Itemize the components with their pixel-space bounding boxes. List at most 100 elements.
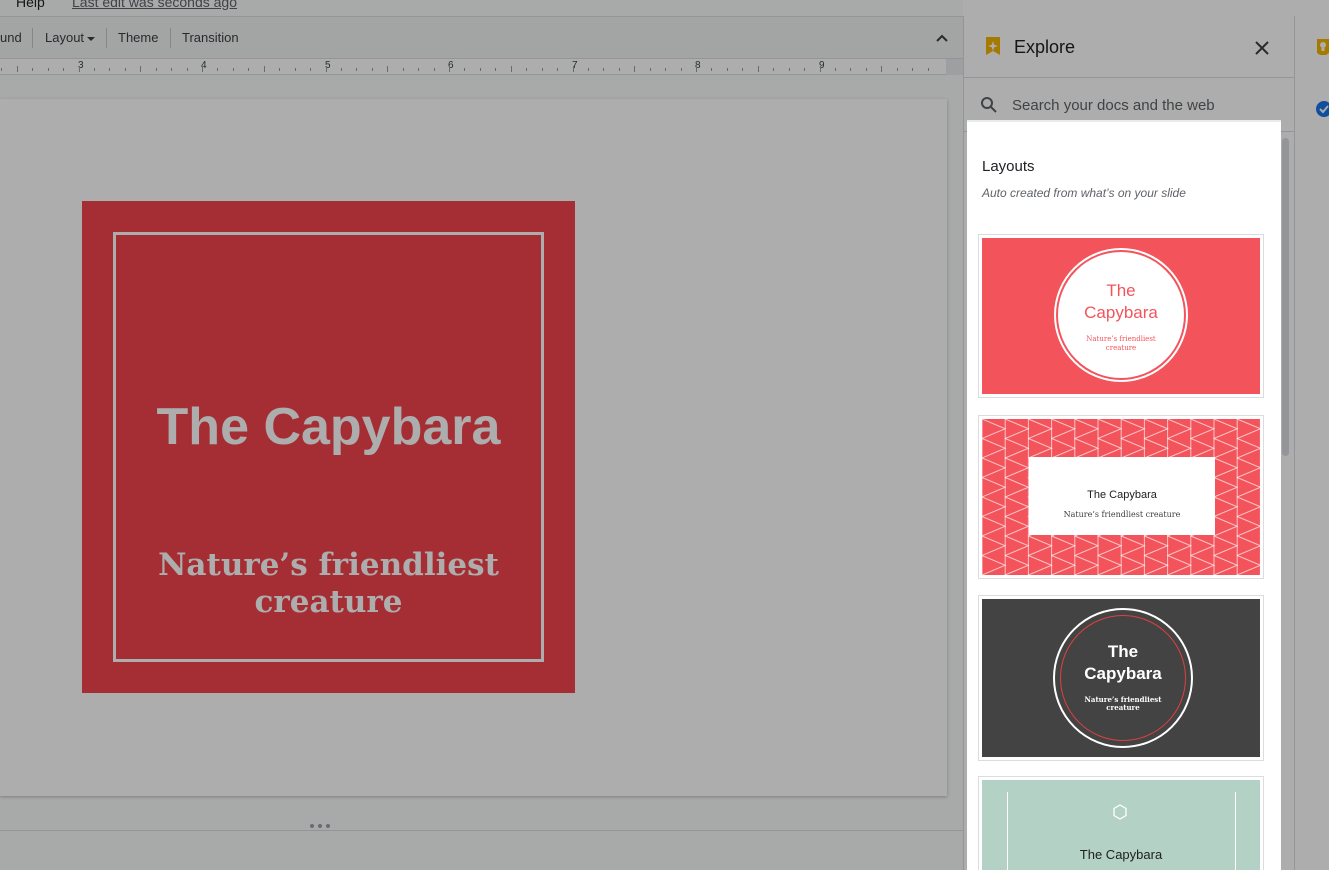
pattern-triangle bbox=[1213, 496, 1239, 518]
pattern-triangle bbox=[1004, 535, 1030, 557]
pattern-triangle bbox=[982, 437, 1007, 459]
layout-thumbnail[interactable]: The Capybara Nature’s friendliest creature bbox=[978, 234, 1264, 398]
ruler-tick bbox=[696, 66, 697, 72]
layout-preview: The Capybara Nature’s friendliest creatu… bbox=[982, 419, 1260, 575]
ruler-tick bbox=[310, 68, 312, 71]
keep-lightbulb-icon[interactable] bbox=[1315, 38, 1329, 56]
layout-button[interactable]: Layout bbox=[45, 30, 96, 45]
pattern-triangle bbox=[1236, 437, 1260, 459]
ruler-tick bbox=[881, 66, 883, 72]
ruler-tick bbox=[865, 68, 867, 71]
ruler-tick bbox=[618, 68, 620, 71]
thumbnail-subtitle-line: Nature’s friendliest bbox=[1086, 335, 1156, 343]
filmstrip-resize-handle[interactable] bbox=[0, 820, 963, 830]
ruler-tick bbox=[804, 68, 806, 71]
chevron-up-icon[interactable] bbox=[934, 30, 950, 46]
ruler-tick bbox=[510, 66, 512, 72]
pattern-triangle bbox=[1236, 496, 1260, 518]
handle-dot bbox=[318, 824, 322, 828]
pattern-triangle bbox=[982, 476, 1007, 498]
pattern-triangle bbox=[1120, 535, 1146, 557]
pattern-triangle bbox=[982, 554, 1007, 575]
pattern-triangle bbox=[1004, 476, 1030, 498]
background-button[interactable]: und bbox=[0, 30, 22, 45]
ruler-tick bbox=[557, 68, 559, 71]
ruler-tick bbox=[47, 68, 49, 71]
tasks-check-icon[interactable] bbox=[1315, 100, 1329, 118]
side-panel-rail bbox=[1294, 16, 1329, 870]
ruler-tick bbox=[634, 66, 636, 72]
explore-panel: Explore Layouts Auto created from what’s… bbox=[963, 16, 1294, 870]
pattern-triangle bbox=[1097, 535, 1123, 557]
layout-preview: The Capybara Nature’s friendliest creature bbox=[982, 238, 1260, 394]
pattern-triangle bbox=[1120, 554, 1146, 575]
ruler-tick bbox=[587, 68, 589, 71]
pattern-triangle bbox=[982, 515, 1007, 537]
last-edit-link[interactable]: Last edit was seconds ago bbox=[72, 0, 237, 10]
layout-thumbnail[interactable]: The Capybara Nature’s friendliest creature bbox=[978, 595, 1264, 761]
ruler-tick bbox=[726, 68, 728, 71]
speaker-notes-area[interactable] bbox=[0, 830, 963, 870]
search-input[interactable] bbox=[1012, 94, 1282, 116]
thumbnail-title-line: The bbox=[1106, 281, 1136, 300]
ruler-tick bbox=[171, 68, 173, 71]
pattern-triangle bbox=[1027, 554, 1053, 575]
slide-page[interactable]: The Capybara Nature’s friendliest creatu… bbox=[0, 99, 947, 796]
pattern-triangle bbox=[1027, 437, 1053, 459]
ruler-tick bbox=[402, 68, 404, 71]
pattern-triangle bbox=[1004, 437, 1030, 459]
pattern-triangle bbox=[1190, 437, 1216, 459]
ruler-tick bbox=[387, 66, 389, 72]
pattern-triangle bbox=[982, 419, 1007, 440]
ruler-tick bbox=[757, 66, 759, 72]
pattern-triangle bbox=[1004, 457, 1030, 479]
pattern-triangle bbox=[1190, 554, 1216, 575]
ruler-tick bbox=[896, 68, 898, 71]
close-icon[interactable] bbox=[1254, 40, 1270, 56]
pattern-triangle bbox=[1004, 419, 1030, 440]
ruler-tick bbox=[248, 68, 250, 71]
ruler-tick bbox=[742, 68, 744, 71]
ruler-tick bbox=[603, 68, 605, 71]
pattern-triangle bbox=[1143, 535, 1169, 557]
pattern-triangle bbox=[1074, 419, 1100, 440]
toolbar: und Layout Theme Transition bbox=[0, 16, 963, 59]
toolbar-divider bbox=[106, 28, 107, 48]
ruler-tick bbox=[495, 68, 497, 71]
slide-title[interactable]: The Capybara bbox=[82, 397, 575, 457]
ruler-tick bbox=[340, 68, 342, 71]
pattern-triangle bbox=[1097, 419, 1123, 440]
ruler-tick bbox=[819, 66, 821, 72]
pattern-triangle bbox=[1167, 419, 1193, 440]
pattern-triangle bbox=[1213, 554, 1239, 575]
pattern-triangle bbox=[1097, 437, 1123, 459]
explore-sparkle-icon bbox=[986, 37, 1000, 55]
ruler-tick bbox=[16, 66, 18, 72]
layout-thumbnail[interactable]: The Capybara Nature’s friendliest creatu… bbox=[978, 415, 1264, 579]
pattern-triangle bbox=[1027, 419, 1053, 440]
pattern-triangle bbox=[1167, 437, 1193, 459]
menu-help[interactable]: Help bbox=[16, 0, 45, 10]
thumbnail-subtitle: Nature’s friendliest creature bbox=[1063, 510, 1181, 519]
transition-button[interactable]: Transition bbox=[182, 30, 239, 45]
title-card[interactable]: The Capybara Nature’s friendliest creatu… bbox=[82, 201, 575, 693]
layouts-results: Layouts Auto created from what’s on your… bbox=[967, 120, 1281, 870]
ruler-tick bbox=[140, 66, 142, 72]
theme-button[interactable]: Theme bbox=[118, 30, 158, 45]
pattern-triangle bbox=[1004, 554, 1030, 575]
ruler-tick bbox=[78, 66, 80, 72]
ruler-tick bbox=[526, 68, 528, 71]
thumbnail-subtitle: Nature’s friendliest creature bbox=[1078, 696, 1168, 712]
caret-down-icon bbox=[87, 36, 96, 41]
ruler-tick bbox=[356, 68, 358, 71]
ruler-tick bbox=[479, 68, 481, 71]
pattern-triangle bbox=[982, 535, 1007, 557]
pattern-triangle bbox=[1236, 419, 1260, 440]
explore-title: Explore bbox=[1014, 37, 1076, 57]
ruler-tick bbox=[464, 68, 466, 71]
pattern-triangle bbox=[1143, 554, 1169, 575]
results-scrollbar[interactable] bbox=[1282, 138, 1289, 456]
ruler-tick bbox=[186, 68, 188, 71]
slide-subtitle[interactable]: Nature’s friendliest creature bbox=[152, 547, 505, 621]
layout-thumbnail[interactable]: The Capybara bbox=[978, 776, 1264, 870]
